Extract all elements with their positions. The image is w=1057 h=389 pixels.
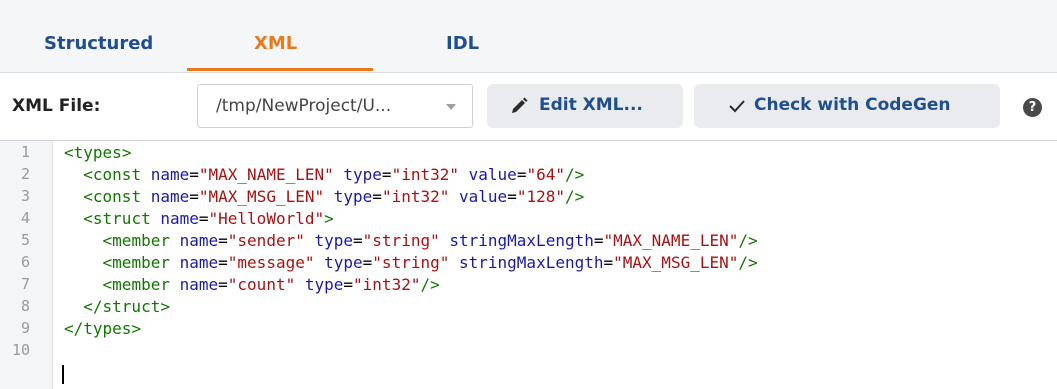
chevron-down-icon [446,104,456,110]
code-line: <const name="MAX_NAME_LEN" type="int32" … [83,165,585,184]
code-area[interactable]: <types> <const name="MAX_NAME_LEN" type=… [64,141,1049,389]
code-line: <struct name="HelloWorld"> [83,209,334,228]
xml-file-label: XML File: [12,96,101,116]
text-cursor [62,365,64,384]
check-with-codegen-button[interactable]: Check with CodeGen [694,84,1000,128]
code-line: <member name="message" type="string" str… [102,253,758,272]
code-line: <const name="MAX_MSG_LEN" type="int32" v… [83,187,585,206]
code-line: <types> [64,143,132,162]
tab-xml[interactable]: XML [254,30,297,58]
line-number: 9 [20,319,30,337]
code-line: </struct> [83,297,170,316]
code-line: </types> [64,319,142,338]
edit-xml-button[interactable]: Edit XML... [487,84,683,128]
xml-file-value: /tmp/NewProject/U... [216,96,392,116]
code-line: <member name="count" type="int32"/> [102,275,440,294]
code-line: <member name="sender" type="string" stri… [102,231,758,250]
xml-code-editor[interactable]: 1 2 3 4 5 6 7 8 9 10 <types> <const name… [0,140,1057,389]
line-number: 6 [20,253,30,271]
tab-idl[interactable]: IDL [446,30,479,58]
xml-file-select[interactable]: /tmp/NewProject/U... [197,84,473,128]
help-icon[interactable]: ? [1023,98,1042,117]
tab-bar: Structured XML IDL [0,0,1057,72]
line-number: 2 [20,165,30,183]
line-number: 8 [20,297,30,315]
line-number: 3 [20,187,30,205]
line-number: 7 [20,275,30,293]
checkmark-icon [729,100,745,113]
line-number: 5 [20,231,30,249]
line-number: 1 [20,143,30,161]
check-with-codegen-label: Check with CodeGen [754,95,951,115]
pencil-icon [512,97,528,113]
line-number-gutter: 1 2 3 4 5 6 7 8 9 10 [0,141,53,389]
line-number: 4 [20,209,30,227]
edit-xml-label: Edit XML... [539,95,643,115]
xml-file-toolbar: XML File: /tmp/NewProject/U... Edit XML.… [0,73,1057,139]
tab-structured[interactable]: Structured [44,30,153,58]
line-number: 10 [11,341,30,359]
active-tab-indicator [187,68,373,71]
